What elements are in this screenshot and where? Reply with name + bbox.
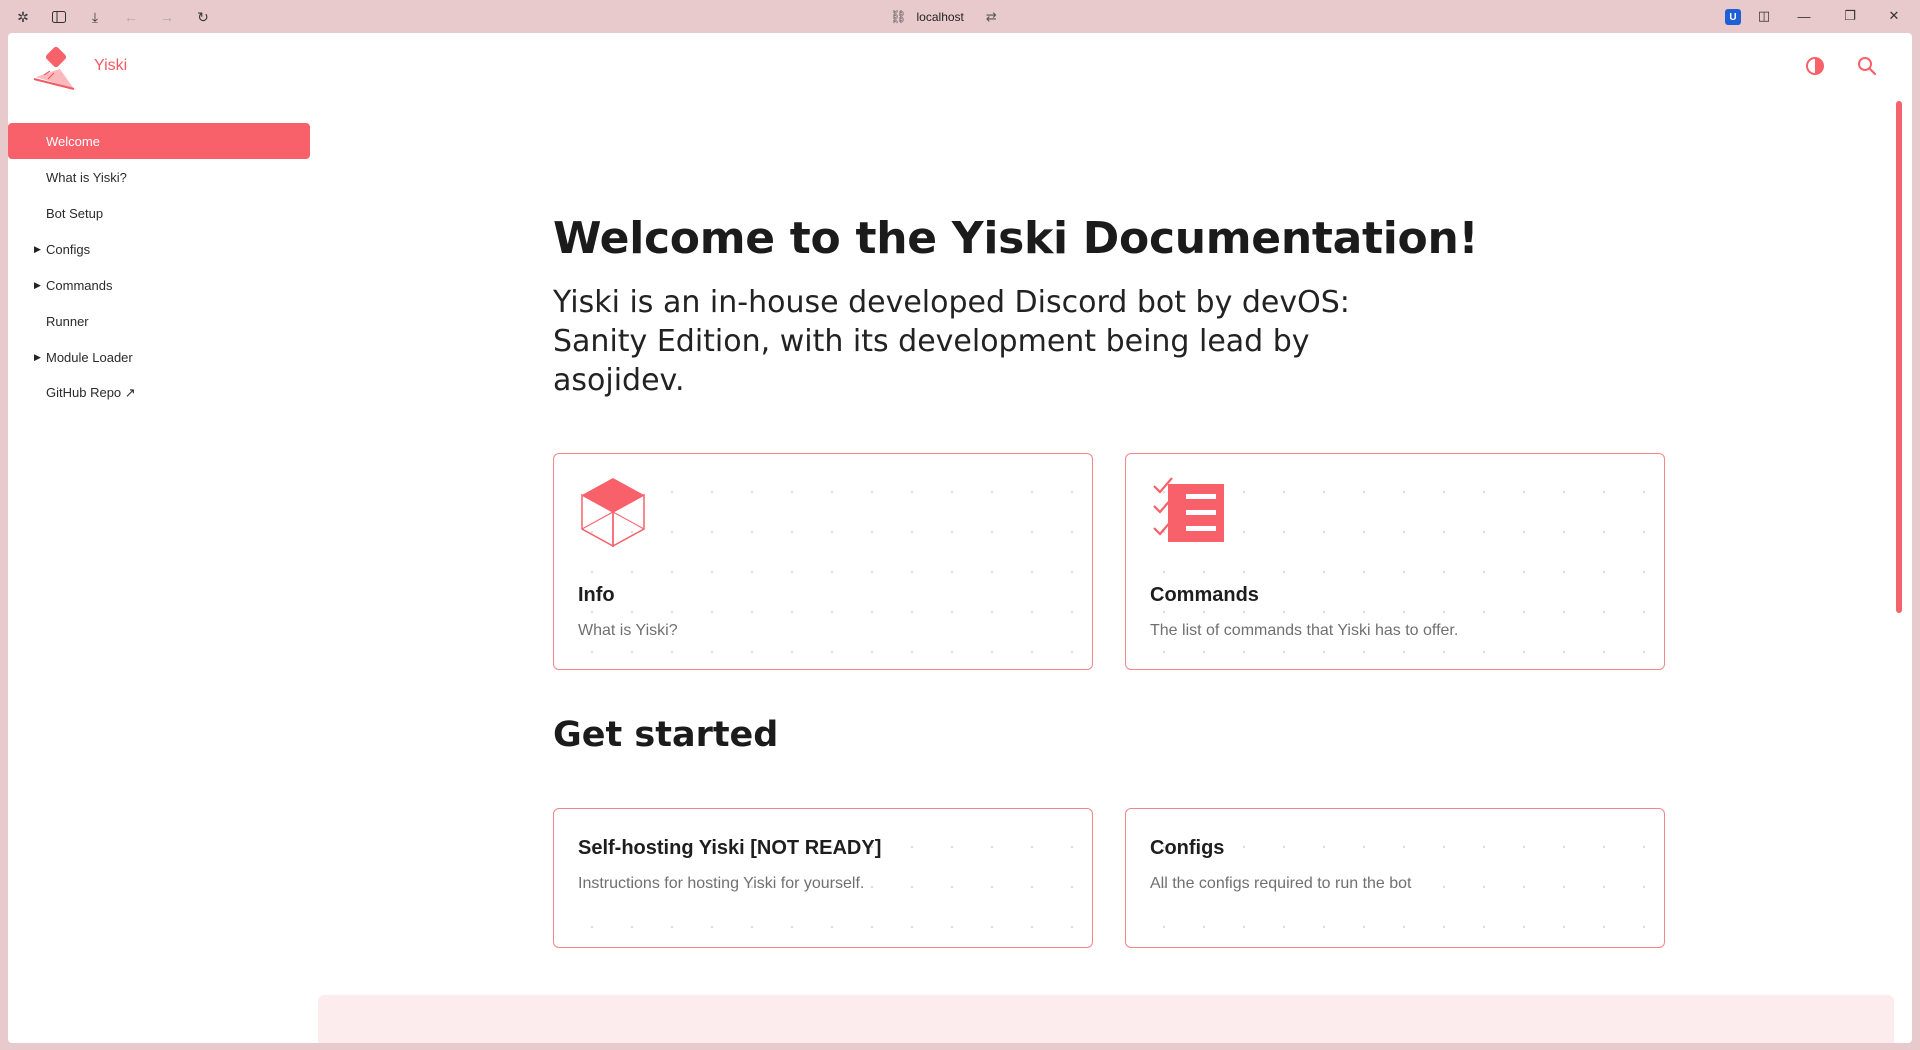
caret-right-icon[interactable]: ▶ — [34, 352, 41, 363]
sidebar-item-label: Configs — [46, 241, 91, 257]
card-title: Commands — [1150, 584, 1259, 606]
back-icon[interactable]: ← — [122, 8, 140, 26]
split-view-icon[interactable]: ◫ — [1752, 6, 1776, 26]
card-description: What is Yiski? — [578, 622, 678, 639]
sidebar-item-label: Commands — [46, 277, 113, 293]
caret-right-icon[interactable]: ▶ — [34, 244, 41, 255]
sidebar-item-label: Welcome — [46, 133, 100, 149]
forward-icon[interactable]: → — [158, 8, 176, 26]
sidebar-item-runner[interactable]: Runner — [8, 303, 310, 339]
page-lead: Yiski is an in-house developed Discord b… — [553, 285, 1350, 398]
extensions-icon[interactable]: ✲ — [14, 8, 32, 26]
password-manager-icon[interactable]: U — [1725, 9, 1741, 25]
theme-toggle-icon[interactable] — [1802, 53, 1828, 79]
info-card[interactable]: Info What is Yiski? — [553, 453, 1093, 670]
card-title: Info — [578, 584, 615, 606]
self-hosting-card[interactable]: Self-hosting Yiski [NOT READY] Instructi… — [553, 808, 1093, 948]
sidebar-item-label: Module Loader — [46, 349, 133, 365]
docs-page: Yiski Welcome What is Yiski? Bot Setup ▶… — [8, 33, 1912, 1043]
page-title: Welcome to the Yiski Documentation! — [553, 213, 1479, 264]
search-icon[interactable] — [1854, 53, 1880, 79]
sidebar-item-what-is-yiski[interactable]: What is Yiski? — [8, 159, 310, 195]
sidebar-item-label: GitHub Repo ↗ — [46, 385, 136, 400]
sidebar-item-welcome[interactable]: Welcome — [8, 123, 310, 159]
sidebar-icon[interactable] — [50, 8, 68, 26]
minimize-button[interactable]: — — [1792, 6, 1816, 26]
sidebar-item-label: Runner — [46, 313, 89, 329]
card-description: The list of commands that Yiski has to o… — [1150, 622, 1459, 639]
url-text: localhost — [916, 10, 964, 24]
scrollbar-thumb[interactable] — [1896, 101, 1902, 613]
sidebar-item-label: Bot Setup — [46, 205, 104, 221]
commands-card[interactable]: Commands The list of commands that Yiski… — [1125, 453, 1665, 670]
link-icon: ⛓ — [890, 9, 907, 24]
brand-name[interactable]: Yiski — [94, 57, 127, 75]
yiski-logo[interactable] — [30, 43, 80, 93]
sidebar-nav: Welcome What is Yiski? Bot Setup ▶ Confi… — [8, 123, 310, 411]
sidebar-item-configs[interactable]: ▶ Configs — [8, 231, 310, 267]
get-started-heading: Get started — [553, 715, 779, 755]
close-window-button[interactable]: ✕ — [1882, 6, 1906, 26]
card-description: All the configs required to run the bot — [1150, 875, 1412, 892]
browser-toolbar: ✲ ⤓ ← → ↻ ⛓ localhost ⇄ U ◫ — ❐ ✕ — [0, 0, 1920, 33]
restore-button[interactable]: ❐ — [1838, 6, 1862, 26]
site-settings-icon[interactable]: ⇄ — [986, 9, 997, 25]
checklist-icon — [1153, 477, 1224, 542]
sidebar-item-module-loader[interactable]: ▶ Module Loader — [8, 339, 310, 375]
configs-card[interactable]: Configs All the configs required to run … — [1125, 808, 1665, 948]
card-title: Configs — [1150, 837, 1225, 859]
sidebar-item-label: What is Yiski? — [46, 169, 127, 185]
address-bar[interactable]: ⛓ localhost ⇄ — [890, 6, 997, 28]
cube-icon — [581, 478, 645, 548]
card-title: Self-hosting Yiski [NOT READY] — [578, 837, 882, 859]
sidebar-item-bot-setup[interactable]: Bot Setup — [8, 195, 310, 231]
reload-icon[interactable]: ↻ — [194, 8, 212, 26]
card-description: Instructions for hosting Yiski for yours… — [578, 875, 865, 892]
sidebar-item-commands[interactable]: ▶ Commands — [8, 267, 310, 303]
caret-right-icon[interactable]: ▶ — [34, 280, 41, 291]
footer-section — [318, 995, 1894, 1043]
sidebar-item-github-repo[interactable]: GitHub Repo ↗ — [8, 375, 310, 411]
download-icon[interactable]: ⤓ — [86, 8, 104, 26]
